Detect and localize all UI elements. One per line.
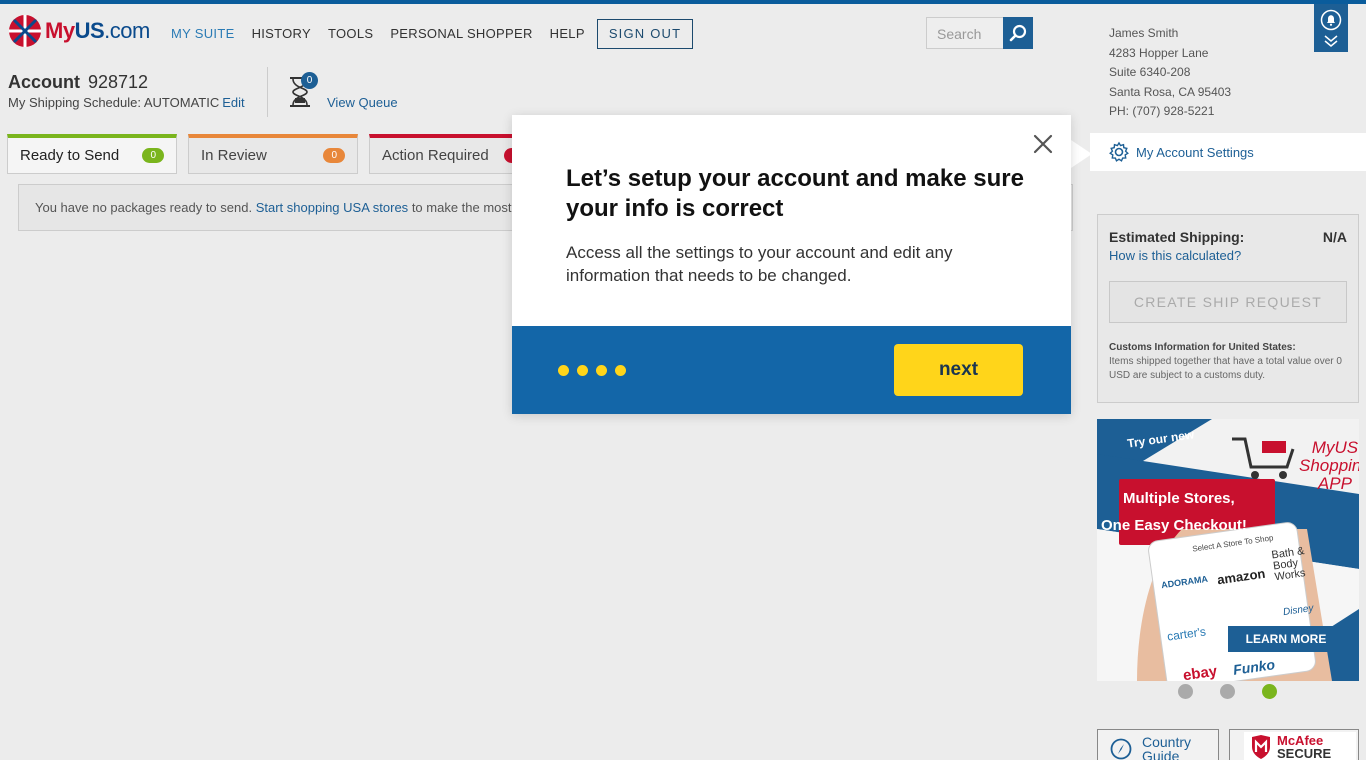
search-input[interactable]: Search: [926, 17, 1004, 49]
tab-in-review[interactable]: In Review 0: [188, 134, 358, 174]
step-dot: [577, 365, 588, 376]
settings-label: My Account Settings: [1136, 144, 1254, 160]
queue-count-badge: 0: [301, 72, 318, 89]
create-ship-request-button[interactable]: CREATE SHIP REQUEST: [1109, 281, 1347, 323]
carousel-dot[interactable]: [1178, 684, 1193, 699]
package-tabs: Ready to Send 0 In Review 0 Action Requi…: [7, 134, 539, 174]
bell-icon: [1320, 9, 1342, 31]
estimated-shipping-panel: Estimated Shipping: N/A How is this calc…: [1097, 214, 1359, 403]
step-indicator: [558, 365, 626, 376]
tab-count-badge: 0: [142, 148, 164, 163]
country-guide-label: Country Guide: [1142, 734, 1192, 760]
app-promo-banner[interactable]: Try our new MyUSShoppingAPP Multiple Sto…: [1097, 419, 1359, 681]
account-number: 928712: [88, 72, 149, 92]
tab-count-badge: 0: [323, 148, 345, 163]
step-dot: [596, 365, 607, 376]
tab-label: Action Required: [382, 147, 489, 164]
schedule-edit-link[interactable]: Edit: [222, 95, 244, 110]
divider: [267, 67, 268, 117]
tab-label: In Review: [201, 147, 267, 164]
nav-personal-shopper[interactable]: PERSONAL SHOPPER: [390, 18, 532, 50]
start-shopping-link[interactable]: Start shopping USA stores: [256, 200, 408, 215]
onboarding-modal: Let’s setup your account and make sure y…: [512, 115, 1071, 414]
sign-out-button[interactable]: SIGN OUT: [596, 19, 694, 49]
estimated-shipping-value: N/A: [1322, 229, 1347, 245]
myus-logo[interactable]: MyUS.com: [8, 14, 150, 48]
nav-help[interactable]: HELP: [550, 18, 585, 50]
tab-label: Ready to Send: [20, 147, 120, 164]
shipping-schedule: My Shipping Schedule: AUTOMATIC Edit: [8, 95, 245, 110]
nav-tools[interactable]: TOOLS: [328, 18, 373, 50]
chevron-down-icon: [1324, 35, 1338, 47]
nav-my-suite[interactable]: MY SUITE: [171, 18, 235, 50]
compass-icon: [1110, 738, 1132, 760]
notifications-button[interactable]: [1314, 4, 1348, 52]
close-icon[interactable]: [1032, 133, 1054, 155]
gear-icon: [1109, 141, 1129, 162]
mcafee-secure-badge[interactable]: McAfee SECURE: [1229, 729, 1359, 760]
country-guide-link[interactable]: Country Guide: [1097, 729, 1219, 760]
promo-banner-text: Multiple Stores, One Easy Checkout!: [1101, 490, 1247, 534]
nav-history[interactable]: HISTORY: [252, 18, 311, 50]
account-title: Account 928712: [8, 72, 149, 92]
main-nav: MY SUITE HISTORY TOOLS PERSONAL SHOPPER …: [171, 18, 694, 50]
modal-pointer: [1068, 138, 1092, 170]
promo-app-title: MyUSShoppingAPP: [1299, 438, 1359, 493]
modal-description: Access all the settings to your account …: [566, 243, 953, 285]
carousel-dot-active[interactable]: [1262, 684, 1277, 699]
carousel-dot[interactable]: [1220, 684, 1235, 699]
promo-store-bath-body: Bath & Body Works: [1270, 545, 1307, 584]
step-dot: [558, 365, 569, 376]
logo-text: MyUS.com: [45, 18, 150, 43]
carousel-dots: [1178, 684, 1277, 699]
logo-mark-icon: [9, 15, 41, 47]
promo-learn-more[interactable]: LEARN MORE: [1228, 626, 1344, 652]
modal-title: Let’s setup your account and make sure y…: [566, 165, 1024, 222]
next-button[interactable]: next: [894, 344, 1023, 396]
search-icon: [1009, 24, 1027, 42]
customs-info: Customs Information for United States: I…: [1109, 342, 1342, 381]
how-calculated-link[interactable]: How is this calculated?: [1109, 248, 1347, 263]
account-info: Account 928712 My Shipping Schedule: AUTO…: [8, 72, 245, 110]
estimated-shipping-header: Estimated Shipping: N/A: [1109, 229, 1347, 245]
my-account-settings-link[interactable]: My Account Settings: [1090, 133, 1366, 171]
tab-ready-to-send[interactable]: Ready to Send 0: [7, 134, 177, 174]
modal-footer: next: [512, 326, 1071, 414]
view-queue-link[interactable]: View Queue: [327, 95, 398, 110]
suite-address: James Smith 4283 Hopper Lane Suite 6340-…: [1109, 26, 1232, 118]
mcafee-shield-icon: [1252, 735, 1270, 759]
step-dot: [615, 365, 626, 376]
mcafee-text: McAfee SECURE: [1277, 733, 1332, 760]
search-button[interactable]: [1003, 17, 1033, 49]
